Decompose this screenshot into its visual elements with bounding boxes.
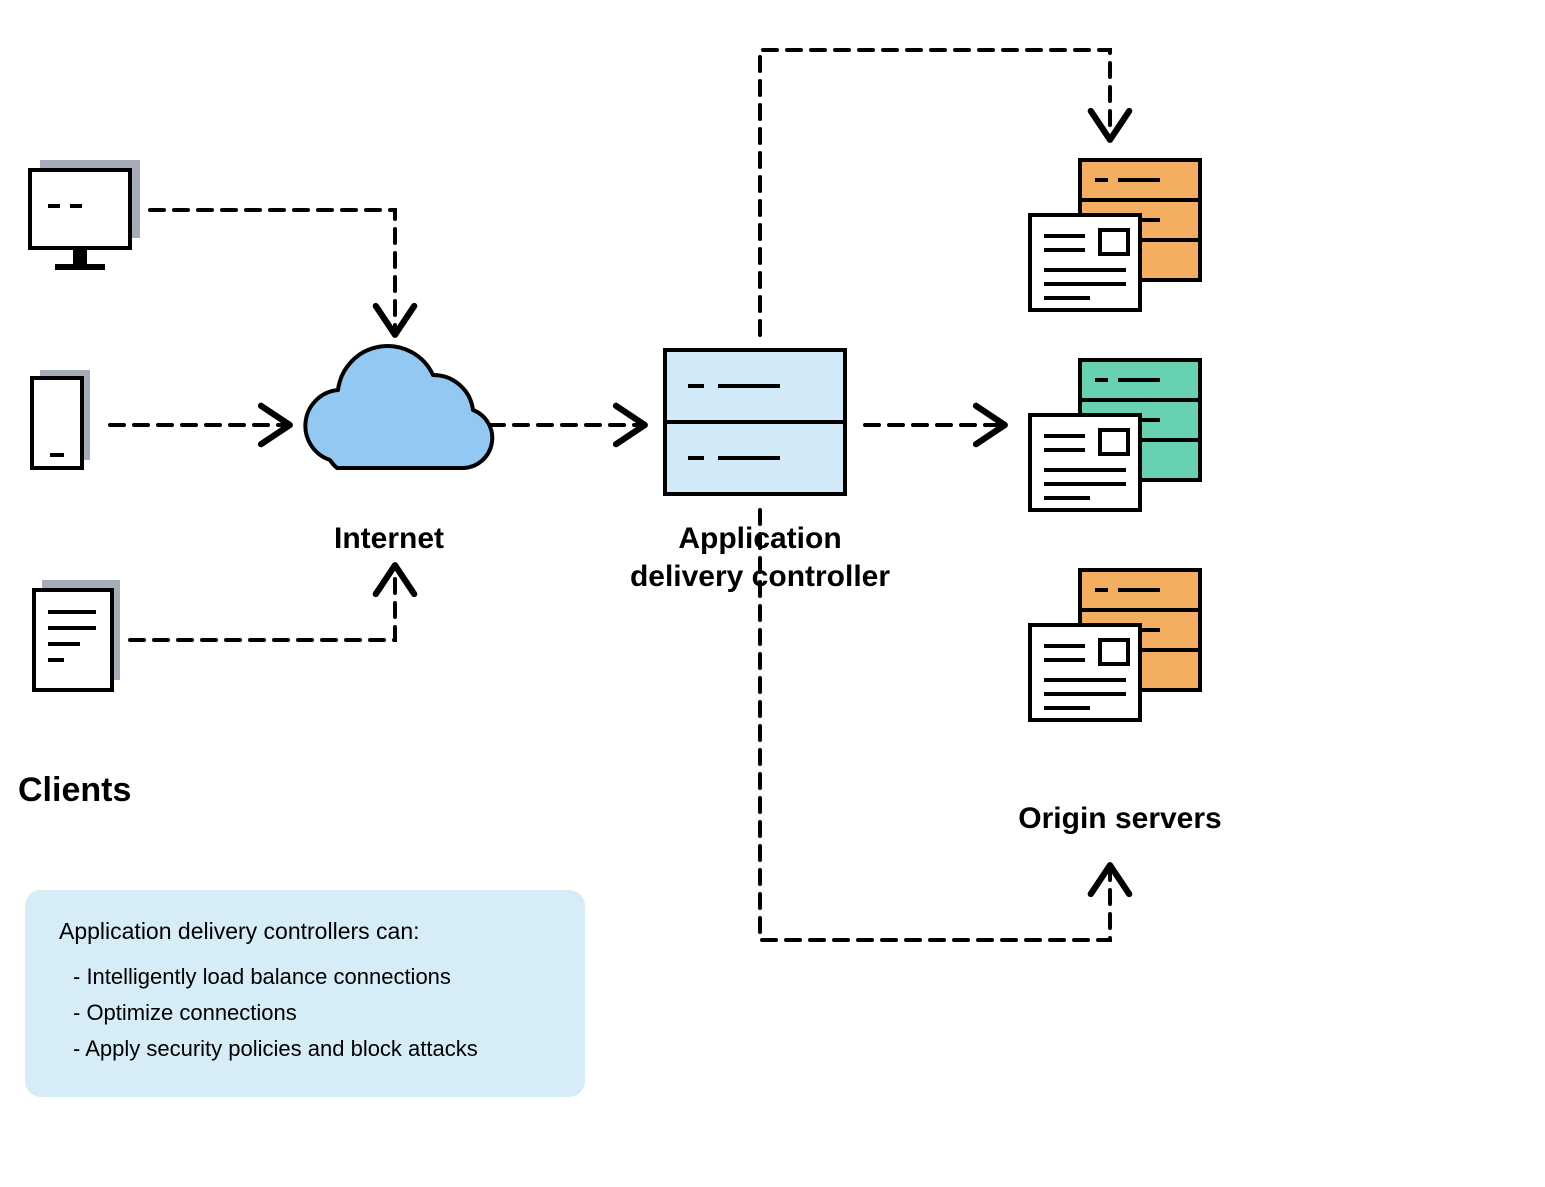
callout-item-3: - Apply security policies and block atta… (59, 1031, 551, 1067)
callout-item-1: - Intelligently load balance connections (59, 959, 551, 995)
origin-server-3-icon (1030, 570, 1200, 720)
callout-item-2: - Optimize connections (59, 995, 551, 1031)
desktop-icon (30, 160, 140, 270)
adc-label: Application delivery controller (620, 520, 900, 595)
callout-title: Application delivery controllers can: (59, 918, 551, 945)
internet-label: Internet (309, 520, 469, 558)
arrow-document-to-internet (130, 570, 395, 640)
arrow-desktop-to-internet (150, 210, 395, 330)
cloud-icon (305, 346, 492, 468)
mobile-icon (32, 370, 90, 468)
callout-box: Application delivery controllers can: - … (25, 890, 585, 1097)
origin-server-2-icon (1030, 360, 1200, 510)
clients-label: Clients (18, 769, 131, 812)
origin-servers-label: Origin servers (980, 800, 1260, 838)
document-icon (34, 580, 120, 690)
origin-server-1-icon (1030, 160, 1200, 310)
adc-icon (665, 350, 845, 494)
flow-arrows (110, 50, 1110, 940)
